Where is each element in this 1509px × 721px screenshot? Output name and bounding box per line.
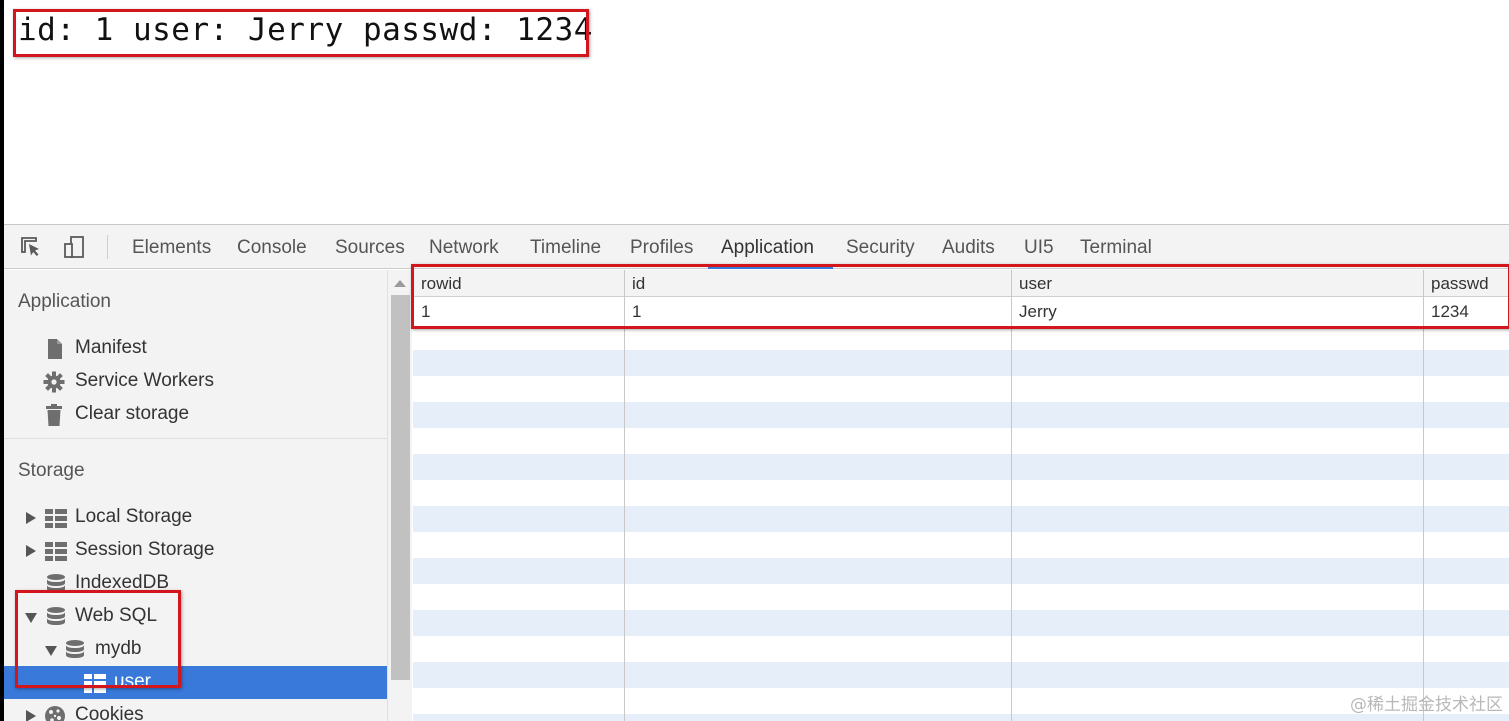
grid-stripe bbox=[413, 714, 1509, 721]
column-header-id[interactable]: id bbox=[632, 274, 645, 294]
sidebar-item-indexeddb[interactable]: IndexedDB bbox=[4, 567, 387, 600]
cell-user: Jerry bbox=[1019, 302, 1057, 321]
sidebar-item-mydb[interactable]: mydb bbox=[4, 633, 387, 666]
sidebar-item-local-storage[interactable]: Local Storage bbox=[4, 501, 387, 534]
active-tab-indicator bbox=[708, 266, 833, 269]
tab-application[interactable]: Application bbox=[721, 237, 814, 259]
sidebar-divider bbox=[4, 438, 387, 439]
sidebar-item-label: Cookies bbox=[75, 704, 144, 721]
sidebar-scrollbar[interactable] bbox=[387, 270, 412, 721]
database-icon bbox=[45, 573, 67, 595]
sidebar-item-clear-storage[interactable]: Clear storage bbox=[4, 398, 387, 431]
sidebar-item-cookies[interactable]: Cookies bbox=[4, 699, 387, 721]
scroll-up-arrow-icon[interactable] bbox=[394, 280, 406, 287]
grid-stripe bbox=[413, 558, 1509, 584]
database-icon bbox=[45, 606, 67, 628]
table-icon bbox=[45, 507, 67, 529]
document-icon bbox=[44, 338, 66, 360]
inspect-element-icon[interactable] bbox=[19, 235, 43, 259]
grid-stripe bbox=[413, 350, 1509, 376]
collapse-arrow-icon[interactable] bbox=[25, 613, 37, 623]
database-icon bbox=[64, 639, 86, 661]
column-divider[interactable] bbox=[624, 270, 625, 721]
tab-security[interactable]: Security bbox=[846, 237, 915, 259]
gear-icon bbox=[43, 371, 65, 393]
sidebar-item-label: Web SQL bbox=[75, 605, 158, 626]
sidebar-item-service-workers[interactable]: Service Workers bbox=[4, 365, 387, 398]
cookie-icon bbox=[44, 705, 66, 721]
column-header-passwd[interactable]: passwd bbox=[1431, 274, 1489, 294]
column-header-user[interactable]: user bbox=[1019, 274, 1052, 294]
table-icon bbox=[84, 672, 106, 694]
sidebar-item-user-table[interactable]: user bbox=[4, 666, 387, 699]
watermark-text: @稀土掘金技术社区 bbox=[1350, 695, 1503, 715]
websql-data-grid: rowid id user passwd 1 1 Jerry 1234 bbox=[413, 270, 1509, 721]
application-sidebar: Application Manifest Service Workers Cle… bbox=[4, 270, 387, 721]
tab-terminal[interactable]: Terminal bbox=[1080, 237, 1152, 259]
grid-stripe bbox=[413, 610, 1509, 636]
tab-elements[interactable]: Elements bbox=[132, 237, 211, 259]
sidebar-item-web-sql[interactable]: Web SQL bbox=[4, 600, 387, 633]
tab-network[interactable]: Network bbox=[429, 237, 499, 259]
page-output-text: id: 1 user: Jerry passwd: 1234 bbox=[18, 12, 593, 48]
device-toolbar-icon[interactable] bbox=[62, 235, 86, 259]
sidebar-item-session-storage[interactable]: Session Storage bbox=[4, 534, 387, 567]
expand-arrow-icon[interactable] bbox=[26, 545, 36, 557]
sidebar-item-label: mydb bbox=[95, 638, 142, 659]
sidebar-item-label: Manifest bbox=[75, 337, 147, 358]
section-title-application: Application bbox=[18, 291, 111, 312]
tab-timeline[interactable]: Timeline bbox=[530, 237, 601, 259]
collapse-arrow-icon[interactable] bbox=[45, 646, 57, 656]
toolbar-separator bbox=[107, 235, 108, 259]
column-header-rowid[interactable]: rowid bbox=[421, 274, 462, 294]
table-icon bbox=[45, 540, 67, 562]
expand-arrow-icon[interactable] bbox=[26, 512, 36, 524]
sidebar-item-label: Clear storage bbox=[75, 403, 190, 424]
sidebar-item-label: Session Storage bbox=[75, 539, 215, 560]
devtools-toolbar: Elements Console Sources Network Timelin… bbox=[4, 225, 1509, 269]
sidebar-item-manifest[interactable]: Manifest bbox=[4, 332, 387, 365]
expand-arrow-icon[interactable] bbox=[26, 710, 36, 721]
column-divider[interactable] bbox=[1011, 270, 1012, 721]
tab-ui5[interactable]: UI5 bbox=[1024, 237, 1054, 259]
sidebar-item-label: Service Workers bbox=[75, 370, 215, 391]
tab-console[interactable]: Console bbox=[237, 237, 307, 259]
section-title-storage: Storage bbox=[18, 460, 85, 481]
sidebar-item-label: Local Storage bbox=[75, 506, 193, 527]
table-row[interactable]: 1 1 Jerry 1234 bbox=[413, 298, 1509, 324]
sidebar-item-label: IndexedDB bbox=[75, 572, 170, 593]
grid-stripe bbox=[413, 506, 1509, 532]
tab-sources[interactable]: Sources bbox=[335, 237, 405, 259]
cell-rowid: 1 bbox=[421, 302, 431, 321]
grid-stripe bbox=[413, 662, 1509, 688]
grid-header-row: rowid id user passwd bbox=[413, 270, 1509, 297]
sidebar-item-label: user bbox=[114, 671, 151, 692]
cell-passwd: 1234 bbox=[1431, 302, 1469, 321]
grid-stripe bbox=[413, 454, 1509, 480]
grid-stripe bbox=[413, 402, 1509, 428]
devtools-panel: Elements Console Sources Network Timelin… bbox=[4, 224, 1509, 721]
trash-icon bbox=[44, 404, 66, 426]
tab-profiles[interactable]: Profiles bbox=[630, 237, 693, 259]
column-divider[interactable] bbox=[1423, 270, 1424, 721]
cell-id: 1 bbox=[632, 302, 642, 321]
tab-audits[interactable]: Audits bbox=[942, 237, 995, 259]
scrollbar-thumb[interactable] bbox=[391, 295, 410, 680]
